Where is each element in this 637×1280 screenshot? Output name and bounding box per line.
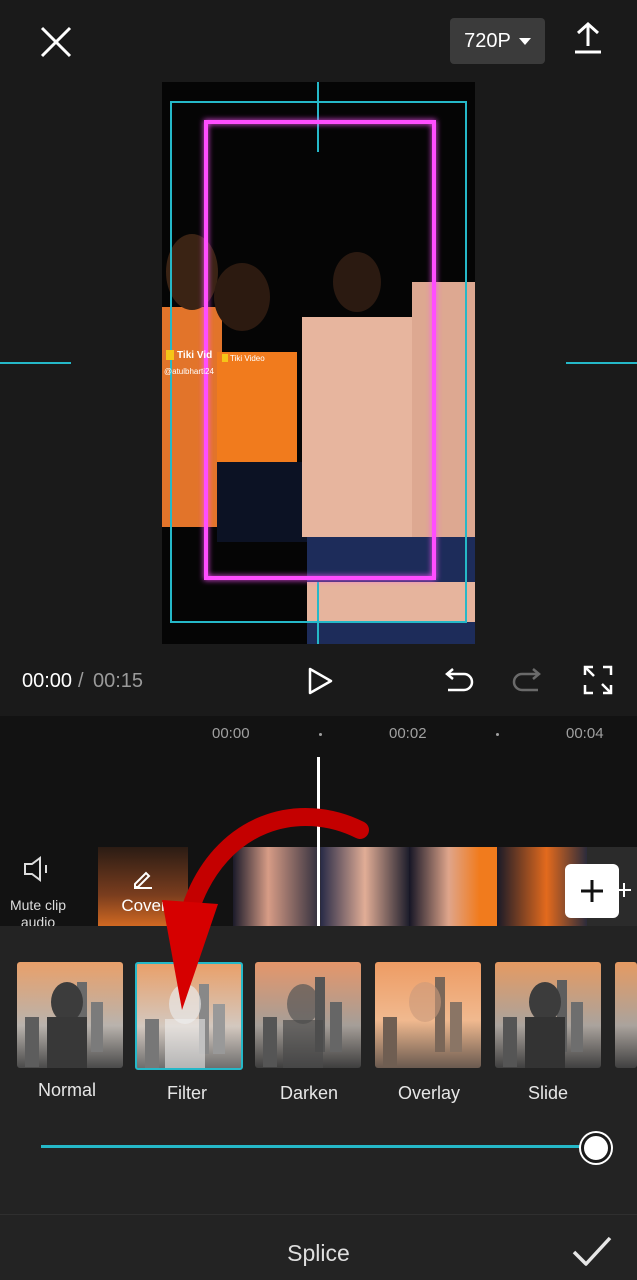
fullscreen-icon[interactable] (582, 664, 614, 696)
upload-icon[interactable] (568, 20, 608, 60)
add-clip-button[interactable] (565, 864, 619, 918)
guide-line-left (0, 362, 71, 364)
divider (0, 1214, 637, 1215)
clip-thumbnail[interactable] (409, 847, 497, 927)
preset-thumbnail-more[interactable] (615, 962, 637, 1068)
preset-thumbnail-normal[interactable] (17, 962, 123, 1068)
resolution-label: 720P (464, 29, 511, 52)
intensity-slider-track[interactable] (41, 1145, 595, 1148)
plus-icon (581, 880, 603, 902)
annotation-arrow (162, 808, 369, 1010)
timeline-tick-dot (496, 733, 499, 736)
panel-title: Splice (287, 1240, 350, 1266)
intensity-slider-knob[interactable] (581, 1133, 611, 1163)
guide-line-right (566, 362, 637, 364)
preset-image (383, 977, 462, 1067)
preset-image (503, 980, 583, 1068)
watermark-text-secondary: Tiki Video (230, 354, 265, 363)
play-icon[interactable] (302, 664, 336, 698)
timeline-tick: 00:02 (389, 725, 427, 742)
timeline-tick: 00:04 (566, 725, 604, 742)
preset-image (25, 982, 103, 1068)
close-icon[interactable] (36, 22, 76, 62)
resolution-dropdown[interactable]: 720P (450, 18, 545, 64)
video-preview[interactable]: Tiki Vid Tiki Video @atulbharti24 (162, 82, 475, 644)
current-time: 00:00 (22, 670, 73, 692)
preset-label-normal: Normal (37, 1080, 96, 1100)
watermark-text: Tiki Vid (177, 350, 213, 361)
check-icon[interactable] (570, 1232, 614, 1272)
mute-clip-audio-button[interactable]: Mute clip audio (0, 897, 76, 929)
chevron-down-icon (518, 37, 531, 45)
total-time: 00:15 (93, 670, 144, 692)
preset-label-overlay: Overlay (397, 1083, 460, 1103)
edit-icon (134, 871, 152, 889)
preset-label-slide: Slide (527, 1083, 569, 1103)
preview-frame-image (162, 82, 475, 644)
timeline-tick: 00:00 (212, 725, 250, 742)
plus-icon (617, 883, 631, 897)
timeline-tick-dot (319, 733, 322, 736)
undo-icon[interactable] (440, 664, 476, 698)
watermark-handle: @atulbharti24 (164, 367, 214, 376)
preset-label-darken: Darken (279, 1083, 339, 1103)
preset-label-filter: Filter (167, 1083, 207, 1103)
speaker-icon[interactable] (22, 855, 52, 883)
preset-thumbnail-overlay[interactable] (375, 962, 481, 1068)
redo-icon[interactable] (510, 664, 546, 698)
time-separator: / (78, 670, 84, 692)
preset-thumbnail-slide[interactable] (495, 962, 601, 1068)
